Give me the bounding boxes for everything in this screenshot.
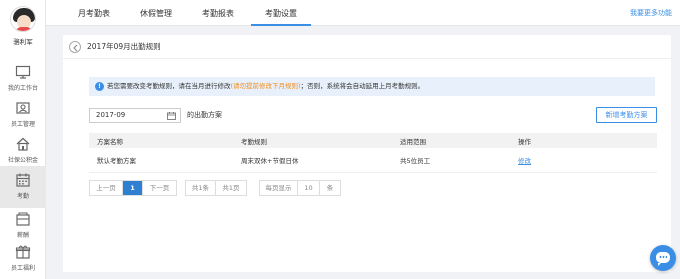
gift-icon bbox=[15, 245, 31, 259]
page-size-label: 每页显示 bbox=[260, 181, 298, 195]
page-size-unit: 条 bbox=[326, 184, 334, 192]
notice-warning: (请勿提前修改下月规则) bbox=[230, 82, 301, 90]
month-suffix-label: 的出勤方案 bbox=[187, 111, 222, 119]
pagination: 上一页 1 下一页 bbox=[89, 180, 177, 196]
monitor-icon bbox=[15, 65, 31, 79]
more-features-link[interactable]: 我要更多功能 bbox=[630, 0, 672, 26]
column-header: 操作 bbox=[510, 133, 657, 148]
tab-attendance-settings[interactable]: 考勤设置 bbox=[251, 0, 311, 26]
calendar-icon bbox=[167, 112, 176, 120]
current-page-button[interactable]: 1 bbox=[123, 181, 143, 195]
table-header-row: 方案名称 考勤规则 适用范围 操作 bbox=[89, 133, 657, 148]
next-page-button[interactable]: 下一页 bbox=[143, 181, 176, 195]
panel-header: 2017年09月出勤规则 bbox=[63, 35, 671, 59]
tab-leave-management[interactable]: 休假管理 bbox=[138, 0, 174, 26]
plan-rule-cell: 周末双休+节假日休 bbox=[233, 148, 392, 173]
sidebar-item-label: 员工福利 bbox=[10, 265, 35, 272]
column-header: 适用范围 bbox=[392, 133, 510, 148]
plan-action-cell: 修改 bbox=[510, 148, 657, 173]
chevron-left-icon bbox=[73, 44, 78, 52]
user-profile[interactable]: 骆利军 bbox=[0, 6, 46, 46]
notice-prefix: 若您需要改变考勤规则，请在当月进行修改 bbox=[107, 82, 231, 90]
sidebar-item-label: 我的工作台 bbox=[7, 85, 38, 92]
add-attendance-plan-button[interactable]: 新增考勤方案 bbox=[596, 107, 657, 123]
home-icon bbox=[16, 137, 30, 151]
plan-scope-cell: 共5位员工 bbox=[392, 148, 510, 173]
sidebar: 骆利军 我的工作台 员工管理 社保公积金 考勤 薪酬 员工福利 bbox=[0, 0, 46, 279]
notice-suffix: ；否则，系统将会自动延用上月考勤规则。 bbox=[300, 82, 425, 90]
table-row: 默认考勤方案 周末双休+节假日休 共5位员工 修改 bbox=[89, 148, 657, 173]
sidebar-item-label: 考勤 bbox=[16, 193, 29, 200]
total-pages: 共1页 bbox=[222, 184, 240, 192]
notice-text: 若您需要改变考勤规则，请在当月进行修改(请勿提前修改下月规则)；否则，系统将会自… bbox=[107, 77, 424, 96]
page-size-control: 每页显示 10 条 bbox=[259, 180, 341, 196]
plan-name-cell: 默认考勤方案 bbox=[89, 148, 233, 173]
back-button[interactable] bbox=[69, 41, 81, 53]
tab-attendance-report[interactable]: 考勤报表 bbox=[200, 0, 236, 26]
total-items: 共1条 bbox=[186, 181, 216, 195]
page-title: 2017年09月出勤规则 bbox=[87, 42, 161, 51]
page-size-input[interactable]: 10 bbox=[298, 181, 320, 195]
sidebar-item-benefits[interactable]: 员工福利 bbox=[0, 238, 46, 279]
attendance-plans-table: 方案名称 考勤规则 适用范围 操作 默认考勤方案 周末双休+节假日休 共5位员工… bbox=[89, 133, 657, 173]
calendar-icon bbox=[16, 173, 30, 187]
wallet-icon bbox=[16, 212, 30, 226]
attendance-rules-panel: 2017年09月出勤规则 ! 若您需要改变考勤规则，请在当月进行修改(请勿提前修… bbox=[63, 35, 671, 272]
users-icon bbox=[16, 102, 30, 114]
edit-plan-link[interactable]: 修改 bbox=[518, 157, 531, 165]
sidebar-item-label: 社保公积金 bbox=[7, 157, 38, 164]
column-header: 方案名称 bbox=[89, 133, 233, 148]
sidebar-item-attendance[interactable]: 考勤 bbox=[0, 166, 46, 208]
top-nav: 月考勤表 休假管理 考勤报表 考勤设置 我要更多功能 bbox=[46, 0, 680, 26]
pagination-summary: 共1条 共1页 bbox=[185, 180, 247, 196]
user-name: 骆利军 bbox=[13, 38, 33, 46]
month-value: 2017-09 bbox=[96, 111, 126, 119]
month-picker[interactable]: 2017-09 bbox=[89, 108, 181, 123]
chat-button[interactable] bbox=[650, 245, 676, 271]
tab-monthly-attendance[interactable]: 月考勤表 bbox=[76, 0, 112, 26]
prev-page-button[interactable]: 上一页 bbox=[90, 181, 123, 195]
sidebar-item-label: 员工管理 bbox=[10, 121, 35, 128]
column-header: 考勤规则 bbox=[233, 133, 392, 148]
avatar[interactable] bbox=[10, 6, 36, 32]
info-notice: ! 若您需要改变考勤规则，请在当月进行修改(请勿提前修改下月规则)；否则，系统将… bbox=[89, 77, 655, 96]
info-icon: ! bbox=[95, 82, 104, 91]
